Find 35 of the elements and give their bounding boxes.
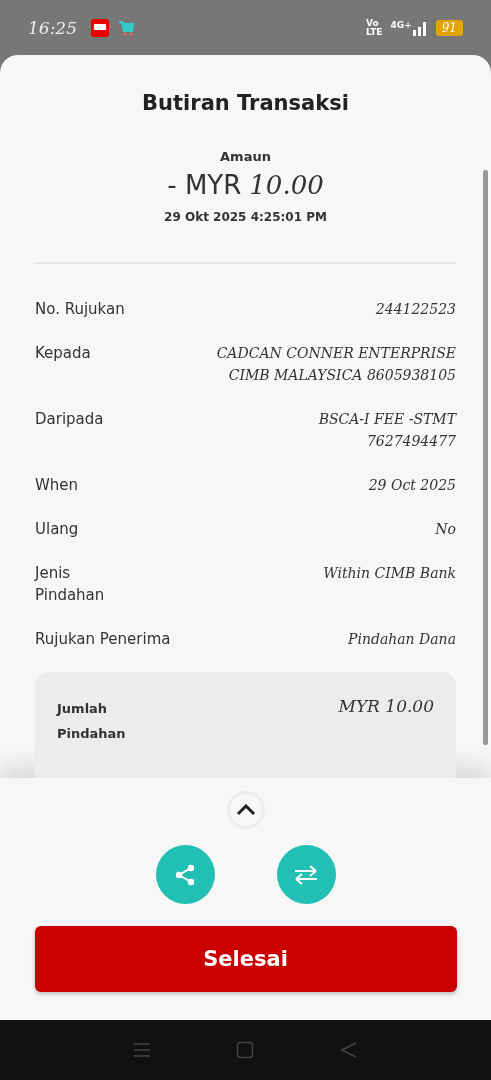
share-icon — [173, 862, 197, 887]
back-icon[interactable] — [340, 1041, 359, 1059]
detail-value: Pindahan Dana — [348, 630, 456, 649]
app-icon — [91, 18, 109, 37]
screen-title: Butiran Transaksi — [141, 91, 350, 115]
clock: 16:25 — [28, 17, 77, 38]
expand-button[interactable] — [226, 791, 265, 829]
amount-value: - MYR 10.00 — [167, 170, 324, 200]
detail-value: Within CIMB Bank — [323, 564, 456, 583]
detail-label: Ulang — [35, 519, 80, 540]
battery-level: 91 — [435, 19, 463, 36]
total-label: Jumlah Pindahan — [57, 700, 127, 743]
detail-label: Daripada — [35, 409, 105, 430]
chevron-up-icon — [235, 804, 256, 816]
menu-icon[interactable] — [132, 1042, 151, 1058]
total-value: MYR 10.00 — [338, 696, 434, 718]
volte-indicator: Vo LTE — [365, 18, 383, 37]
detail-value: No — [435, 520, 456, 539]
transaction-date: 29 Okt 2025 4:25:01 PM — [164, 210, 327, 224]
detail-label: Jenis Pindahan — [35, 563, 106, 606]
detail-value: CADCAN CONNER ENTERPRISE CIMB MALAYSICA 8605938105 — [216, 344, 456, 385]
home-icon[interactable] — [236, 1041, 255, 1059]
signal-icon — [411, 19, 428, 36]
amount-label: Amaun — [220, 149, 271, 164]
cart-icon — [117, 18, 135, 37]
detail-value: BSCA-I FEE -STMT 7627494477 — [318, 410, 456, 451]
detail-value: 29 Oct 2025 — [368, 476, 456, 495]
detail-value: 244122523 — [375, 300, 456, 319]
detail-label: No. Rujukan — [35, 299, 126, 320]
network-type: 4G+ — [390, 20, 412, 30]
detail-label: Rujukan Penerima — [35, 629, 171, 650]
detail-label: When — [35, 475, 80, 496]
swap-arrows-icon — [293, 862, 319, 887]
done-button[interactable]: Selesai — [34, 926, 457, 992]
detail-label: Kepada — [35, 343, 92, 364]
